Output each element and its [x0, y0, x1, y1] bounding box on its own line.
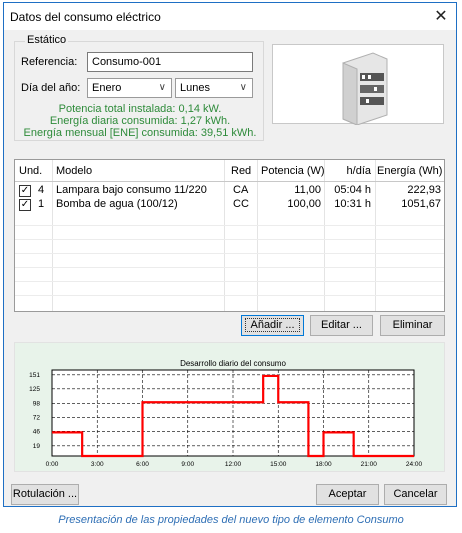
row-checkbox[interactable]: ✓	[19, 199, 31, 211]
row-checkbox[interactable]: ✓	[19, 185, 31, 197]
month-value: Enero	[92, 82, 122, 94]
weekday-value: Lunes	[180, 82, 210, 94]
chart-svg: Desarrollo diario del consumo 0:00 3:00 6:0…	[29, 359, 423, 468]
y-tick-label: 125	[29, 386, 40, 393]
y-tick-label: 19	[33, 443, 41, 450]
row-und: 1	[38, 198, 45, 210]
row-energia: 222,93	[407, 184, 441, 196]
add-button-label: Añadir ...	[245, 318, 300, 332]
x-tick-label: 24:00	[406, 461, 423, 468]
col-header-hdia[interactable]: h/día	[327, 164, 371, 179]
y-tick-label: 151	[29, 372, 40, 379]
cancel-button[interactable]: Cancelar	[384, 484, 447, 505]
electrical-panel-icon	[342, 52, 388, 126]
x-tick-label: 18:00	[315, 461, 332, 468]
row-hdia: 10:31 h	[334, 198, 371, 210]
month-select[interactable]: Enero ∨	[87, 78, 172, 98]
x-tick-label: 15:00	[270, 461, 287, 468]
summary-daily-energy: Energía diaria consumida: 1,27 kWh.	[49, 115, 231, 127]
x-tick-label: 9:00	[181, 461, 194, 468]
day-label: Día del año:	[21, 82, 81, 94]
row-energia: 1051,67	[401, 198, 441, 210]
summary-power: Potencia total instalada: 0,14 kW.	[58, 103, 222, 115]
edit-button[interactable]: Editar ...	[310, 315, 373, 336]
close-icon[interactable]: ✕	[426, 3, 456, 30]
col-header-potencia[interactable]: Potencia (W)	[261, 164, 325, 179]
static-group: Estático Referencia: Consumo-001 Día del…	[14, 34, 264, 141]
window-title: Datos del consumo eléctrico	[10, 10, 161, 24]
static-legend: Estático	[25, 34, 69, 46]
y-tick-label: 72	[33, 414, 41, 421]
row-red: CC	[233, 198, 249, 210]
title-bar: Datos del consumo eléctrico ✕	[4, 3, 456, 30]
row-potencia: 11,00	[294, 184, 321, 196]
daily-consumption-chart: Desarrollo diario del consumo 0:00 3:00 6:0…	[14, 342, 445, 472]
element-image	[272, 44, 444, 126]
x-tick-label: 0:00	[46, 461, 59, 468]
x-tick-label: 12:00	[225, 461, 242, 468]
consumption-table: Und. Modelo Red Potencia (W) h/día Energ…	[14, 159, 445, 312]
row-hdia: 05:04 h	[334, 184, 371, 196]
row-modelo: Lampara bajo consumo 11/220	[56, 184, 207, 196]
x-tick-label: 6:00	[136, 461, 149, 468]
col-header-energia[interactable]: Energía (Wh)	[377, 164, 442, 179]
x-tick-label: 21:00	[361, 461, 378, 468]
add-button[interactable]: Añadir ...	[241, 315, 304, 336]
col-header-red[interactable]: Red	[231, 164, 251, 179]
x-tick-label: 3:00	[91, 461, 104, 468]
reference-input[interactable]: Consumo-001	[87, 52, 253, 72]
chevron-down-icon: ∨	[239, 82, 247, 93]
reference-label: Referencia:	[21, 56, 78, 68]
y-tick-label: 46	[33, 428, 41, 435]
row-red: CA	[233, 184, 249, 196]
summary-monthly-energy: Energía mensual [ENE] consumida: 39,51 k…	[23, 127, 257, 139]
weekday-select[interactable]: Lunes ∨	[175, 78, 253, 98]
delete-button[interactable]: Eliminar	[380, 315, 445, 336]
col-header-und[interactable]: Und.	[19, 164, 42, 179]
col-header-modelo[interactable]: Modelo	[56, 164, 92, 179]
row-potencia: 100,00	[287, 198, 321, 210]
labels-button[interactable]: Rotulación ...	[11, 484, 79, 505]
accept-button[interactable]: Aceptar	[316, 484, 379, 505]
chart-title: Desarrollo diario del consumo	[180, 359, 286, 368]
chevron-down-icon: ∨	[158, 82, 166, 93]
y-tick-label: 98	[33, 400, 41, 407]
row-und: 4	[38, 184, 45, 196]
figure-caption: Presentación de las propiedades del nuev…	[58, 514, 404, 526]
row-modelo: Bomba de agua (100/12)	[56, 198, 178, 210]
dialog-window: Datos del consumo eléctrico ✕ Estático R…	[3, 2, 457, 507]
